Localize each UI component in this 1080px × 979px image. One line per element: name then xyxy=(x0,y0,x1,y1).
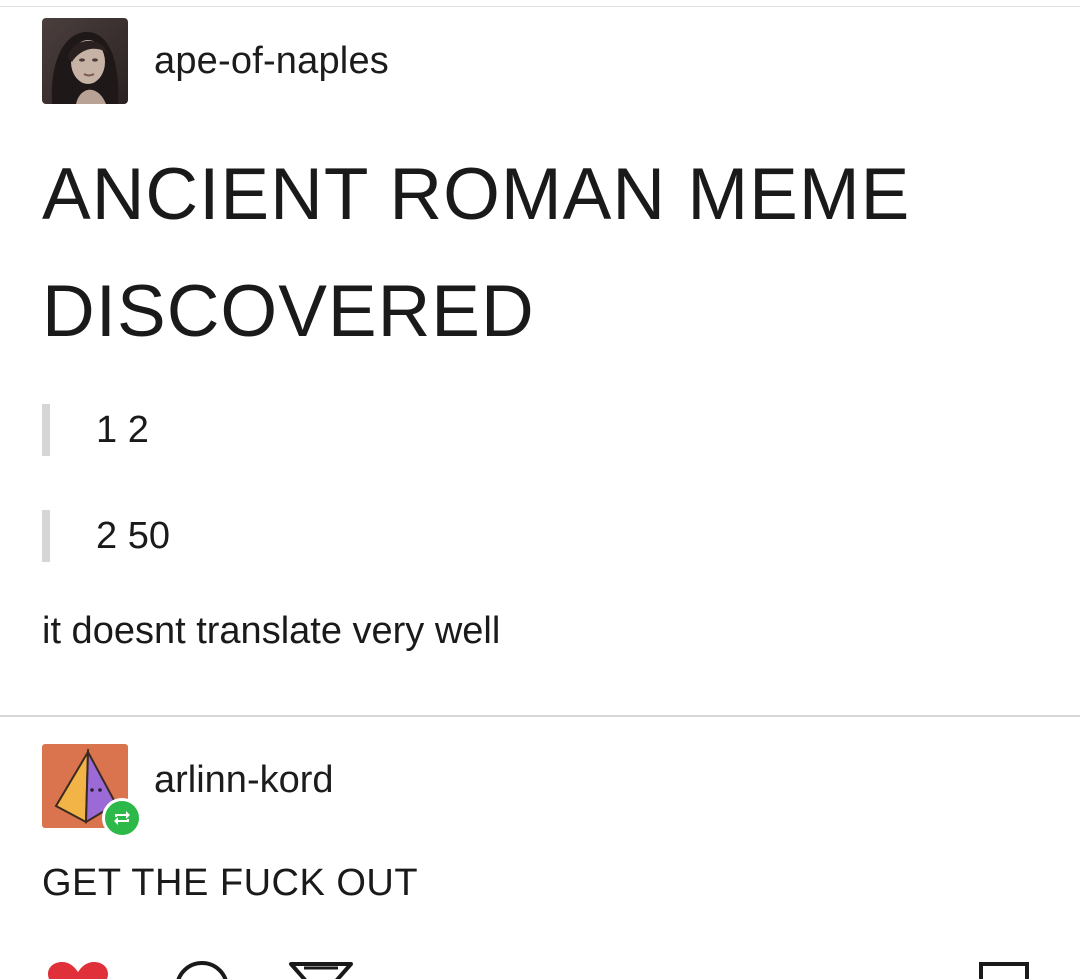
avatar[interactable] xyxy=(42,744,142,838)
reply-divider xyxy=(0,715,1080,717)
avatar-portrait-icon xyxy=(42,18,128,104)
top-divider xyxy=(0,6,1080,7)
comment-icon[interactable] xyxy=(172,958,232,979)
reblog-header: arlinn-kord xyxy=(0,744,1080,838)
quote-block: 1 2 xyxy=(42,404,149,456)
quote-bar xyxy=(42,404,50,456)
action-bar xyxy=(0,954,1080,979)
quote-text: 2 50 xyxy=(96,514,170,557)
reblog-badge-icon xyxy=(102,798,142,838)
quote-bar xyxy=(42,510,50,562)
quote-text: 1 2 xyxy=(96,408,149,451)
reblog-body: GET THE FUCK OUT xyxy=(42,862,419,904)
post-title: ANCIENT ROMAN MEME DISCOVERED xyxy=(42,154,911,352)
avatar[interactable] xyxy=(42,18,128,104)
post-header: ape-of-naples xyxy=(0,18,1080,104)
heart-icon[interactable] xyxy=(46,958,110,979)
post-username[interactable]: ape-of-naples xyxy=(154,40,389,83)
original-post: ape-of-naples ANCIENT ROMAN MEME DISCOVE… xyxy=(0,18,1080,652)
reblog-username[interactable]: arlinn-kord xyxy=(154,759,334,802)
share-icon[interactable] xyxy=(288,958,354,979)
bookmark-icon[interactable] xyxy=(978,958,1030,979)
quote-block: 2 50 xyxy=(42,510,170,562)
reblog-post: arlinn-kord GET THE FUCK OUT xyxy=(0,744,1080,904)
post-body: it doesnt translate very well xyxy=(42,610,501,652)
